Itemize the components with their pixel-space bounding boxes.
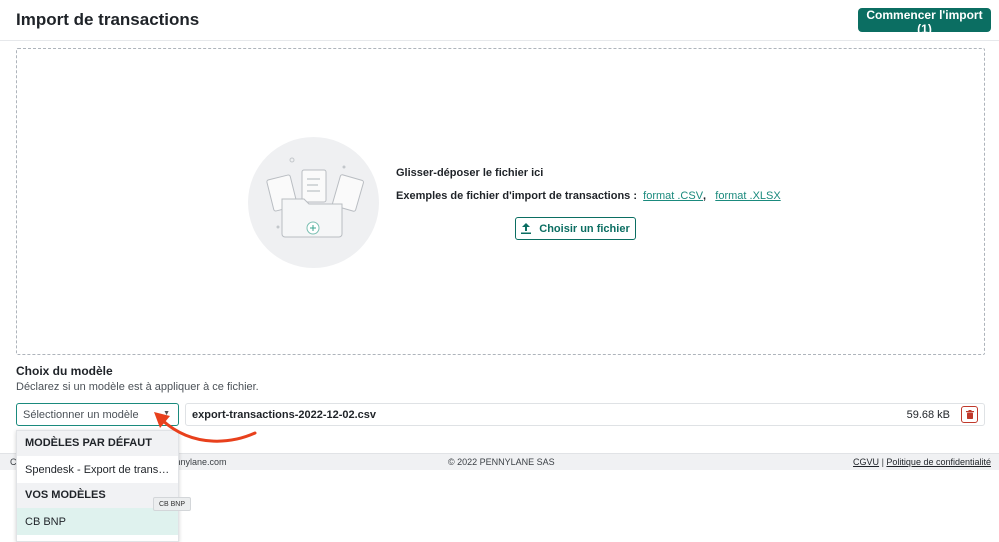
model-dropdown-menu: MODÈLES PAR DÉFAUT Spendesk - Export de … bbox=[16, 430, 179, 542]
footer-links: CGVU | Politique de confidentialité bbox=[853, 457, 991, 467]
csv-format-link[interactable]: format .CSV bbox=[643, 190, 703, 202]
model-section-description: Déclarez si un modèle est à appliquer à … bbox=[16, 381, 259, 393]
dropzone-title: Glisser-déposer le fichier ici bbox=[396, 167, 544, 179]
dropdown-group-default: MODÈLES PAR DÉFAUT bbox=[17, 431, 178, 456]
footer-link-separator: | bbox=[881, 457, 884, 467]
file-folder-illustration bbox=[248, 137, 379, 268]
xlsx-format-link[interactable]: format .XLSX bbox=[715, 190, 780, 202]
page-title: Import de transactions bbox=[16, 10, 200, 29]
start-import-button[interactable]: Commencer l'import (1) bbox=[858, 8, 991, 36]
dropdown-option-spendesk[interactable]: Spendesk - Export de transa... bbox=[17, 456, 178, 483]
uploaded-file-row: export-transactions-2022-12-02.csv 59.68… bbox=[185, 403, 985, 426]
trash-icon bbox=[965, 410, 974, 419]
choose-file-button[interactable]: Choisir un fichier bbox=[515, 217, 636, 240]
dropdown-option-cb-bnp[interactable]: CB BNP bbox=[17, 508, 178, 535]
page-header: Import de transactions Commencer l'impor… bbox=[0, 0, 999, 41]
choose-file-label: Choisir un fichier bbox=[539, 222, 630, 235]
link-separator: , bbox=[703, 190, 707, 202]
privacy-policy-link[interactable]: Politique de confidentialité bbox=[886, 457, 991, 467]
file-size: 59.68 kB bbox=[906, 409, 950, 421]
delete-file-button[interactable] bbox=[961, 406, 978, 423]
model-section-title: Choix du modèle bbox=[16, 364, 113, 378]
example-files-line: Exemples de fichier d'import de transact… bbox=[396, 190, 781, 202]
file-dropzone[interactable]: Glisser-déposer le fichier ici Exemples … bbox=[16, 48, 985, 355]
model-select-placeholder: Sélectionner un modèle bbox=[23, 409, 139, 421]
caret-down-icon: ▼ bbox=[163, 410, 170, 417]
examples-label: Exemples de fichier d'import de transact… bbox=[396, 190, 638, 202]
footer-copyright: © 2022 PENNYLANE SAS bbox=[448, 457, 555, 467]
upload-icon bbox=[521, 223, 532, 234]
file-name: export-transactions-2022-12-02.csv bbox=[192, 409, 377, 421]
option-tooltip: CB BNP bbox=[153, 497, 191, 511]
cgvu-link[interactable]: CGVU bbox=[853, 457, 879, 467]
model-select[interactable]: Sélectionner un modèle ▼ bbox=[16, 403, 179, 426]
